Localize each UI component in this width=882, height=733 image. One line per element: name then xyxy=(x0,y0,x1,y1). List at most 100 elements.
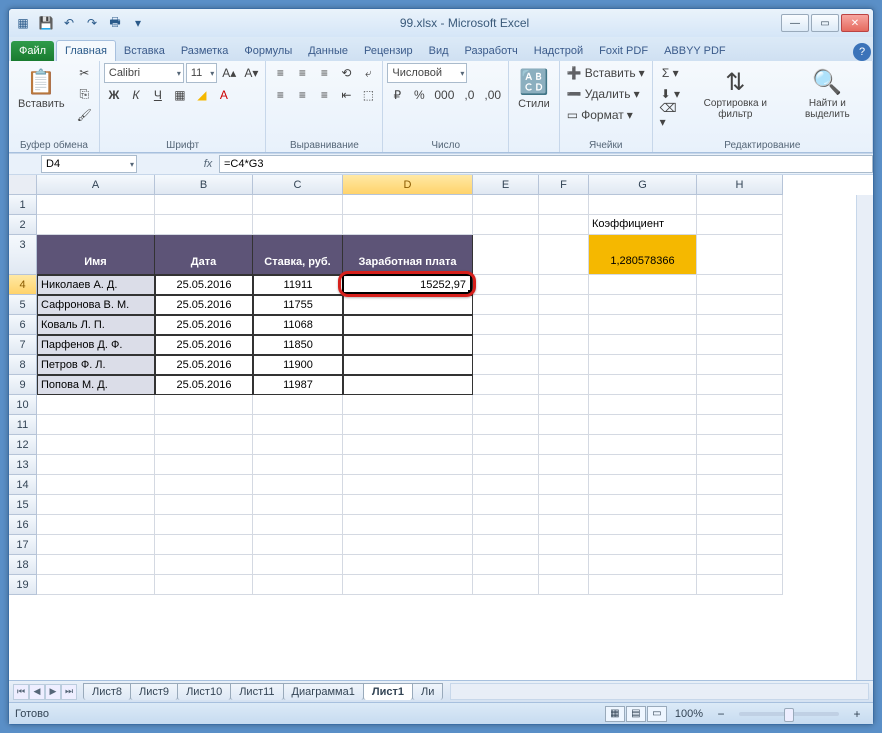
table-header[interactable]: Заработная плата xyxy=(343,235,473,275)
empty-cell[interactable] xyxy=(155,535,253,555)
empty-cell[interactable] xyxy=(37,215,155,235)
border-icon[interactable]: ▦ xyxy=(170,85,190,105)
empty-cell[interactable] xyxy=(539,215,589,235)
tab-Рецензир[interactable]: Рецензир xyxy=(356,41,421,61)
indent-dec-icon[interactable]: ⇤ xyxy=(336,85,356,105)
date-cell[interactable]: 25.05.2016 xyxy=(155,375,253,395)
empty-cell[interactable] xyxy=(589,275,697,295)
normal-view-icon[interactable]: ▦ xyxy=(605,706,625,722)
salary-cell[interactable] xyxy=(343,315,473,335)
empty-cell[interactable] xyxy=(539,435,589,455)
col-header-B[interactable]: B xyxy=(155,175,253,195)
tab-Вставка[interactable]: Вставка xyxy=(116,41,173,61)
merge-icon[interactable]: ⬚ xyxy=(358,85,378,105)
table-header[interactable]: Дата xyxy=(155,235,253,275)
tab-Данные[interactable]: Данные xyxy=(300,41,356,61)
empty-cell[interactable] xyxy=(473,515,539,535)
empty-cell[interactable] xyxy=(155,395,253,415)
empty-cell[interactable] xyxy=(589,435,697,455)
wrap-text-icon[interactable]: ⤶ xyxy=(358,63,378,83)
table-header[interactable]: Имя xyxy=(37,235,155,275)
tab-Разработч[interactable]: Разработч xyxy=(457,41,526,61)
excel-icon[interactable]: ▦ xyxy=(13,13,33,33)
empty-cell[interactable] xyxy=(697,395,783,415)
formula-input[interactable]: =C4*G3 xyxy=(219,155,873,173)
empty-cell[interactable] xyxy=(539,355,589,375)
empty-cell[interactable] xyxy=(697,235,783,275)
empty-cell[interactable] xyxy=(155,455,253,475)
name-box[interactable]: D4 xyxy=(41,155,137,173)
col-header-H[interactable]: H xyxy=(697,175,783,195)
empty-cell[interactable] xyxy=(589,355,697,375)
empty-cell[interactable] xyxy=(253,495,343,515)
row-header-5[interactable]: 5 xyxy=(9,295,37,315)
empty-cell[interactable] xyxy=(155,555,253,575)
empty-cell[interactable] xyxy=(539,535,589,555)
empty-cell[interactable] xyxy=(473,375,539,395)
empty-cell[interactable] xyxy=(589,295,697,315)
sheet-next-icon[interactable]: ▶ xyxy=(45,684,61,700)
sheet-tab-Ли[interactable]: Ли xyxy=(412,683,443,700)
empty-cell[interactable] xyxy=(539,455,589,475)
empty-cell[interactable] xyxy=(473,535,539,555)
align-left-icon[interactable]: ≡ xyxy=(270,85,290,105)
underline-button[interactable]: Ч xyxy=(148,85,168,105)
align-center-icon[interactable]: ≡ xyxy=(292,85,312,105)
font-name-combo[interactable]: Calibri xyxy=(104,63,184,83)
empty-cell[interactable] xyxy=(589,315,697,335)
tab-Главная[interactable]: Главная xyxy=(56,40,116,61)
empty-cell[interactable] xyxy=(539,235,589,275)
date-cell[interactable]: 25.05.2016 xyxy=(155,355,253,375)
empty-cell[interactable] xyxy=(155,415,253,435)
salary-cell[interactable]: 15252,97 xyxy=(343,275,473,295)
empty-cell[interactable] xyxy=(589,475,697,495)
empty-cell[interactable] xyxy=(589,455,697,475)
empty-cell[interactable] xyxy=(697,355,783,375)
coef-label[interactable]: Коэффициент xyxy=(589,215,697,235)
empty-cell[interactable] xyxy=(539,395,589,415)
salary-cell[interactable] xyxy=(343,355,473,375)
select-all-corner[interactable] xyxy=(9,175,37,195)
tab-Foxit PDF[interactable]: Foxit PDF xyxy=(591,41,656,61)
fx-icon[interactable]: fx xyxy=(197,158,219,170)
page-layout-icon[interactable]: ▤ xyxy=(626,706,646,722)
find-select-button[interactable]: 🔍 Найти и выделить xyxy=(787,63,868,123)
tab-Разметка[interactable]: Разметка xyxy=(173,41,237,61)
rate-cell[interactable]: 11068 xyxy=(253,315,343,335)
undo-icon[interactable]: ↶ xyxy=(59,13,79,33)
styles-button[interactable]: 🔠 Стили xyxy=(513,63,555,113)
empty-cell[interactable] xyxy=(343,535,473,555)
empty-cell[interactable] xyxy=(589,415,697,435)
sort-filter-button[interactable]: ⇅ Сортировка и фильтр xyxy=(688,63,783,123)
empty-cell[interactable] xyxy=(37,475,155,495)
number-format-combo[interactable]: Числовой xyxy=(387,63,467,83)
align-right-icon[interactable]: ≡ xyxy=(314,85,334,105)
empty-cell[interactable] xyxy=(589,515,697,535)
empty-cell[interactable] xyxy=(697,415,783,435)
empty-cell[interactable] xyxy=(697,195,783,215)
empty-cell[interactable] xyxy=(37,555,155,575)
empty-cell[interactable] xyxy=(473,355,539,375)
row-header-11[interactable]: 11 xyxy=(9,415,37,435)
salary-cell[interactable] xyxy=(343,295,473,315)
empty-cell[interactable] xyxy=(539,315,589,335)
sheet-prev-icon[interactable]: ◀ xyxy=(29,684,45,700)
empty-cell[interactable] xyxy=(589,575,697,595)
date-cell[interactable]: 25.05.2016 xyxy=(155,315,253,335)
empty-cell[interactable] xyxy=(253,215,343,235)
rate-cell[interactable]: 11755 xyxy=(253,295,343,315)
tab-Вид[interactable]: Вид xyxy=(421,41,457,61)
empty-cell[interactable] xyxy=(343,195,473,215)
maximize-button[interactable]: ▭ xyxy=(811,14,839,32)
rate-cell[interactable]: 11987 xyxy=(253,375,343,395)
col-header-G[interactable]: G xyxy=(589,175,697,195)
name-cell[interactable]: Коваль Л. П. xyxy=(37,315,155,335)
empty-cell[interactable] xyxy=(539,495,589,515)
row-header-3[interactable]: 3 xyxy=(9,235,37,275)
align-bottom-icon[interactable]: ≡ xyxy=(314,63,334,83)
empty-cell[interactable] xyxy=(343,495,473,515)
close-button[interactable]: ✕ xyxy=(841,14,869,32)
empty-cell[interactable] xyxy=(539,375,589,395)
empty-cell[interactable] xyxy=(473,335,539,355)
empty-cell[interactable] xyxy=(697,435,783,455)
